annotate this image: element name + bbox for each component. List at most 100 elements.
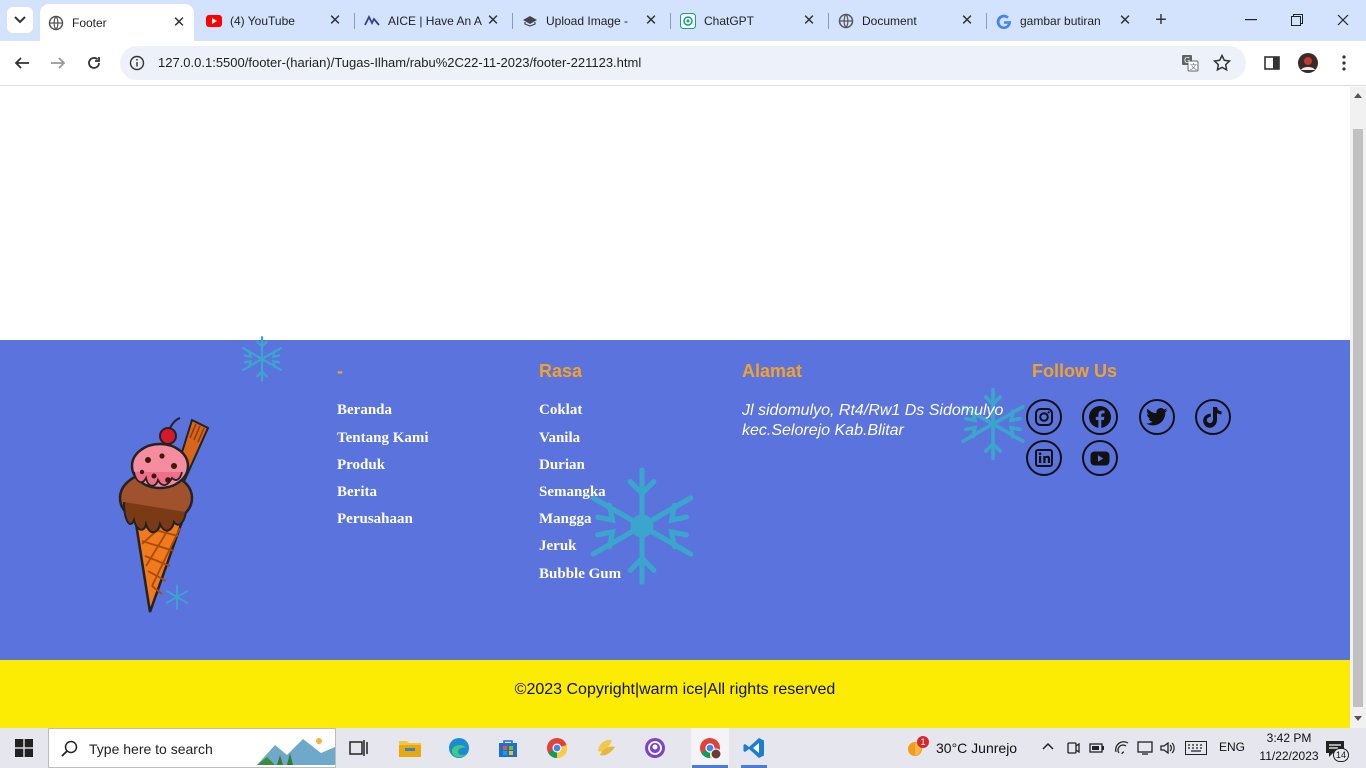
weather-text[interactable]: 30°C Junrejo xyxy=(936,740,1017,756)
page-content: - Beranda Tentang Kami Produk Berita Per… xyxy=(0,87,1350,728)
chrome-icon xyxy=(547,738,567,759)
info-icon[interactable] xyxy=(128,54,146,72)
footer-link-durian[interactable]: Durian xyxy=(539,457,585,474)
youtube-link[interactable] xyxy=(1082,440,1118,476)
footer-col2-title: Rasa xyxy=(539,361,583,381)
close-icon[interactable]: ✕ xyxy=(644,13,658,28)
clock-time[interactable]: 3:42 PM xyxy=(1259,731,1319,745)
menu-button[interactable] xyxy=(1329,48,1359,78)
tab-separator xyxy=(512,13,513,29)
footer-link-beranda[interactable]: Beranda xyxy=(337,402,392,419)
restore-button[interactable] xyxy=(1274,0,1320,40)
wifi-icon[interactable] xyxy=(1114,740,1130,756)
tab-document[interactable]: Document ✕ xyxy=(830,0,982,41)
vscode-button[interactable] xyxy=(740,734,768,762)
tab-chatgpt[interactable]: ChatGPT ✕ xyxy=(672,0,824,41)
more-vertical-icon xyxy=(1342,55,1346,71)
keyboard-icon[interactable] xyxy=(1185,741,1207,755)
clock-date[interactable]: 11/22/2023 xyxy=(1250,749,1328,763)
footer-link-semangka[interactable]: Semangka xyxy=(539,484,606,501)
close-icon[interactable]: ✕ xyxy=(486,13,500,28)
search-icon xyxy=(61,740,78,757)
upload-icon xyxy=(522,13,538,29)
chevron-up-icon[interactable] xyxy=(1042,742,1054,750)
language-indicator[interactable]: ENG xyxy=(1219,740,1245,754)
chrome-active-button[interactable] xyxy=(691,728,729,768)
copyright-bar: ©2023 Copyright|warm ice|All rights rese… xyxy=(0,660,1350,728)
tab-youtube[interactable]: (4) YouTube ✕ xyxy=(198,0,350,41)
task-view-icon xyxy=(349,740,368,756)
task-view-button[interactable] xyxy=(345,734,373,762)
youtube-icon xyxy=(1090,451,1110,465)
tab-strip: Footer ✕ (4) YouTube ✕ AICE | Have An A … xyxy=(0,0,1366,41)
site-footer: - Beranda Tentang Kami Produk Berita Per… xyxy=(0,336,1350,660)
tab-aice[interactable]: AICE | Have An A ✕ xyxy=(356,0,508,41)
avatar-icon xyxy=(1298,53,1318,73)
footer-link-coklat[interactable]: Coklat xyxy=(539,402,582,419)
tiktok-link[interactable] xyxy=(1195,399,1231,435)
close-icon[interactable]: ✕ xyxy=(802,13,816,28)
new-tab-button[interactable]: + xyxy=(1149,8,1173,32)
scroll-down-icon[interactable] xyxy=(1354,716,1362,722)
github-desktop-button[interactable] xyxy=(641,734,669,762)
arrow-left-icon xyxy=(14,57,29,69)
reload-button[interactable] xyxy=(79,48,109,78)
facebook-icon xyxy=(1089,406,1111,428)
footer-link-bubble-gum[interactable]: Bubble Gum xyxy=(539,566,621,583)
linkedin-link[interactable] xyxy=(1026,440,1062,476)
footer-link-berita[interactable]: Berita xyxy=(337,484,377,501)
footer-link-jeruk[interactable]: Jeruk xyxy=(539,538,577,555)
tab-upload-image[interactable]: Upload Image - ✕ xyxy=(514,0,666,41)
scrollbar-thumb[interactable] xyxy=(1353,129,1363,707)
app-button[interactable] xyxy=(592,734,620,762)
address-bar[interactable]: 127.0.0.1:5500/footer-(harian)/Tugas-Ilh… xyxy=(120,46,1246,80)
forward-button[interactable] xyxy=(43,48,73,78)
close-icon[interactable]: ✕ xyxy=(1118,13,1132,28)
tab-search-button[interactable] xyxy=(7,7,33,33)
store-button[interactable] xyxy=(494,734,522,762)
facebook-link[interactable] xyxy=(1082,399,1118,435)
footer-link-mangga[interactable]: Mangga xyxy=(539,511,592,528)
minimize-icon xyxy=(1245,19,1257,21)
twitter-link[interactable] xyxy=(1139,399,1175,435)
reload-icon xyxy=(88,57,100,69)
volume-icon[interactable] xyxy=(1160,740,1176,756)
tab-title: (4) YouTube xyxy=(230,13,295,28)
instagram-link[interactable] xyxy=(1026,399,1062,435)
edge-button[interactable] xyxy=(445,734,473,762)
page-scrollbar[interactable] xyxy=(1350,87,1366,728)
tab-google[interactable]: gambar butiran ✕ xyxy=(988,0,1140,41)
footer-link-produk[interactable]: Produk xyxy=(337,457,385,474)
network-icon[interactable] xyxy=(1137,740,1153,756)
file-explorer-button[interactable] xyxy=(396,734,424,762)
minimize-button[interactable] xyxy=(1228,0,1274,40)
store-icon xyxy=(499,740,517,757)
battery-icon[interactable] xyxy=(1089,740,1105,756)
taskbar-search[interactable]: Type here to search xyxy=(48,728,336,768)
close-icon[interactable]: ✕ xyxy=(960,13,974,28)
scroll-up-icon[interactable] xyxy=(1354,92,1362,98)
footer-link-perusahaan[interactable]: Perusahaan xyxy=(337,511,413,528)
footer-link-vanila[interactable]: Vanila xyxy=(539,430,580,447)
close-icon[interactable]: ✕ xyxy=(328,13,342,28)
close-icon[interactable]: ✕ xyxy=(172,15,186,30)
translate-icon[interactable]: G文 xyxy=(1181,54,1199,72)
arrow-right-icon xyxy=(51,57,66,69)
tab-footer[interactable]: Footer ✕ xyxy=(40,4,194,41)
youtube-icon xyxy=(206,13,222,29)
tab-separator xyxy=(670,13,671,29)
back-button[interactable] xyxy=(7,48,37,78)
tiktok-icon xyxy=(1203,407,1222,428)
tab-title: ChatGPT xyxy=(704,13,755,28)
footer-link-tentang-kami[interactable]: Tentang Kami xyxy=(337,430,429,447)
meet-icon[interactable] xyxy=(1066,740,1080,756)
chrome-button[interactable] xyxy=(543,734,571,762)
star-icon[interactable] xyxy=(1213,54,1231,72)
side-panel-button[interactable] xyxy=(1257,48,1287,78)
close-window-button[interactable] xyxy=(1320,0,1366,40)
profile-avatar[interactable] xyxy=(1293,48,1323,78)
start-button[interactable] xyxy=(10,734,38,762)
side-panel-icon xyxy=(1264,56,1280,70)
copyright-text: ©2023 Copyright|warm ice|All rights rese… xyxy=(514,681,836,698)
address-line-1: Jl sidomulyo, Rt4/Rw1 Ds Sidomulyo xyxy=(742,402,1004,419)
